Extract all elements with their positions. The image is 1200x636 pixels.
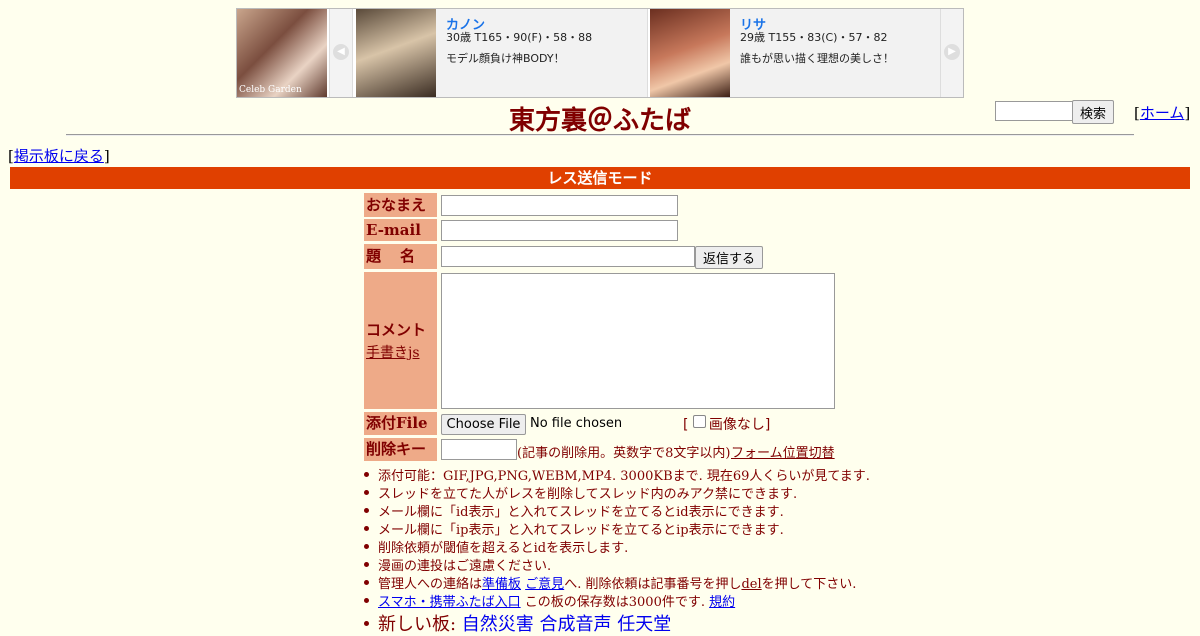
name-label: おなまえ: [364, 193, 437, 217]
card-catchphrase: モデル顔負け神BODY！: [446, 52, 565, 65]
no-image-label[interactable]: 画像なし: [709, 417, 765, 433]
banner-photo[interactable]: [356, 9, 436, 97]
note-text: スレッドを立てた人がレスを削除してスレッド内のみアク禁にできます.: [378, 487, 798, 502]
comment-label: コメント: [366, 321, 427, 339]
home-nav: [ホーム]: [1134, 102, 1190, 123]
banner-card[interactable]: カノン 30歳 T165・90(F)・58・88 モデル顔負け神BODY！: [436, 9, 648, 97]
home-link[interactable]: ホーム: [1140, 104, 1185, 122]
search-input[interactable]: [995, 101, 1075, 121]
rules-link[interactable]: 規約: [709, 595, 735, 610]
card-stats: 30歳 T165・90(F)・58・88: [446, 31, 593, 44]
mobile-entrance-link[interactable]: スマホ・携帯ふたば入口: [378, 595, 521, 610]
note-text: スマホ・携帯ふたば入口 この板の保存数は3000件です. 規約: [378, 591, 735, 610]
name-input[interactable]: [441, 195, 678, 216]
bullet-icon: [364, 490, 369, 495]
banner-prev-button[interactable]: ◀: [329, 9, 353, 97]
note-text-part: 管理人への連絡は: [378, 577, 483, 592]
handwriting-link[interactable]: 手書きjs: [366, 342, 420, 362]
bullet-icon: [364, 580, 369, 585]
bullet-icon: [364, 562, 369, 567]
bracket: [: [683, 417, 689, 433]
comment-textarea[interactable]: [441, 273, 835, 409]
board-link-disaster[interactable]: 自然災害: [462, 614, 534, 635]
board-link-synth-voice[interactable]: 合成音声: [540, 614, 612, 635]
card-catchphrase: 誰もが思い描く理想の美しさ！: [740, 52, 894, 65]
email-label: E-mail: [364, 219, 437, 241]
banner-next-button[interactable]: ▶: [940, 9, 963, 97]
card-stats: 29歳 T155・83(C)・57・82: [740, 31, 888, 44]
bullet-icon: [364, 621, 369, 626]
note-text-part: この板の保存数は3000件です.: [520, 595, 710, 610]
bracket: ]: [764, 417, 771, 433]
choose-file-button[interactable]: Choose File: [441, 414, 526, 435]
del-link[interactable]: del: [741, 577, 761, 592]
banner-photo[interactable]: Celeb Garden: [237, 9, 327, 97]
bullet-icon: [364, 526, 369, 531]
file-label: 添付File: [364, 412, 437, 435]
chevron-left-icon: ◀: [333, 44, 349, 60]
delete-key-label: 削除キー: [364, 438, 437, 461]
new-boards-label: 新しい板:: [378, 614, 462, 635]
reply-mode-bar: レス送信モード: [10, 167, 1190, 189]
bracket: ]: [1184, 104, 1191, 122]
note-text: 添付可能：GIF,JPG,PNG,WEBM,MP4. 3000KBまで. 現在6…: [378, 469, 870, 484]
prep-board-link[interactable]: 準備板: [482, 577, 521, 592]
form-position-toggle-link[interactable]: フォーム位置切替: [731, 442, 835, 461]
delete-key-note: (記事の削除用。英数字で8文字以内): [517, 446, 731, 461]
note-text: 削除依頼が閾値を超えるとidを表示します.: [378, 541, 629, 556]
note-text: 新しい板: 自然災害 合成音声 任天堂: [378, 610, 671, 636]
banner-card[interactable]: リサ 29歳 T155・83(C)・57・82 誰もが思い描く理想の美しさ！: [730, 9, 940, 97]
note-text-part: へ. 削除依頼は記事番号を押し: [564, 577, 742, 592]
file-status: No file chosen: [530, 416, 623, 431]
no-image-checkbox[interactable]: [692, 415, 706, 428]
subject-label: 題 名: [364, 244, 437, 269]
note-text: メール欄に「id表示」と入れてスレッドを立てるとid表示にできます.: [378, 505, 784, 520]
ad-banner[interactable]: Celeb Garden ◀ カノン 30歳 T165・90(F)・58・88 …: [236, 8, 964, 98]
comment-label-cell: コメント 手書きjs: [364, 272, 437, 409]
divider: [66, 134, 1134, 136]
bullet-icon: [364, 598, 369, 603]
note-text-part: を押して下さい.: [761, 577, 857, 592]
chevron-right-icon: ▶: [944, 44, 960, 60]
bracket: ]: [103, 147, 110, 165]
feedback-link[interactable]: ご意見: [525, 577, 564, 592]
search-button[interactable]: 検索: [1072, 100, 1114, 124]
banner-photo[interactable]: [650, 9, 730, 97]
bullet-icon: [364, 544, 369, 549]
bullet-icon: [364, 472, 369, 477]
note-text: 漫画の連投はご遠慮ください.: [378, 559, 552, 574]
note-text: メール欄に「ip表示」と入れてスレッドを立てるとip表示にできます.: [378, 523, 784, 538]
bullet-icon: [364, 508, 369, 513]
submit-reply-button[interactable]: 返信する: [695, 246, 763, 269]
no-image-option: [ 画像なし]: [683, 414, 770, 434]
note-text: 管理人への連絡は準備板 ご意見へ. 削除依頼は記事番号を押しdelを押して下さい…: [378, 573, 856, 592]
subject-input[interactable]: [441, 246, 695, 267]
email-input[interactable]: [441, 220, 678, 241]
delete-key-input[interactable]: [441, 439, 517, 460]
back-to-board-link[interactable]: 掲示板に戻る: [14, 147, 104, 165]
back-nav: [掲示板に戻る]: [8, 145, 110, 166]
banner-logo: Celeb Garden: [239, 85, 302, 95]
board-link-nintendo[interactable]: 任天堂: [617, 614, 671, 635]
